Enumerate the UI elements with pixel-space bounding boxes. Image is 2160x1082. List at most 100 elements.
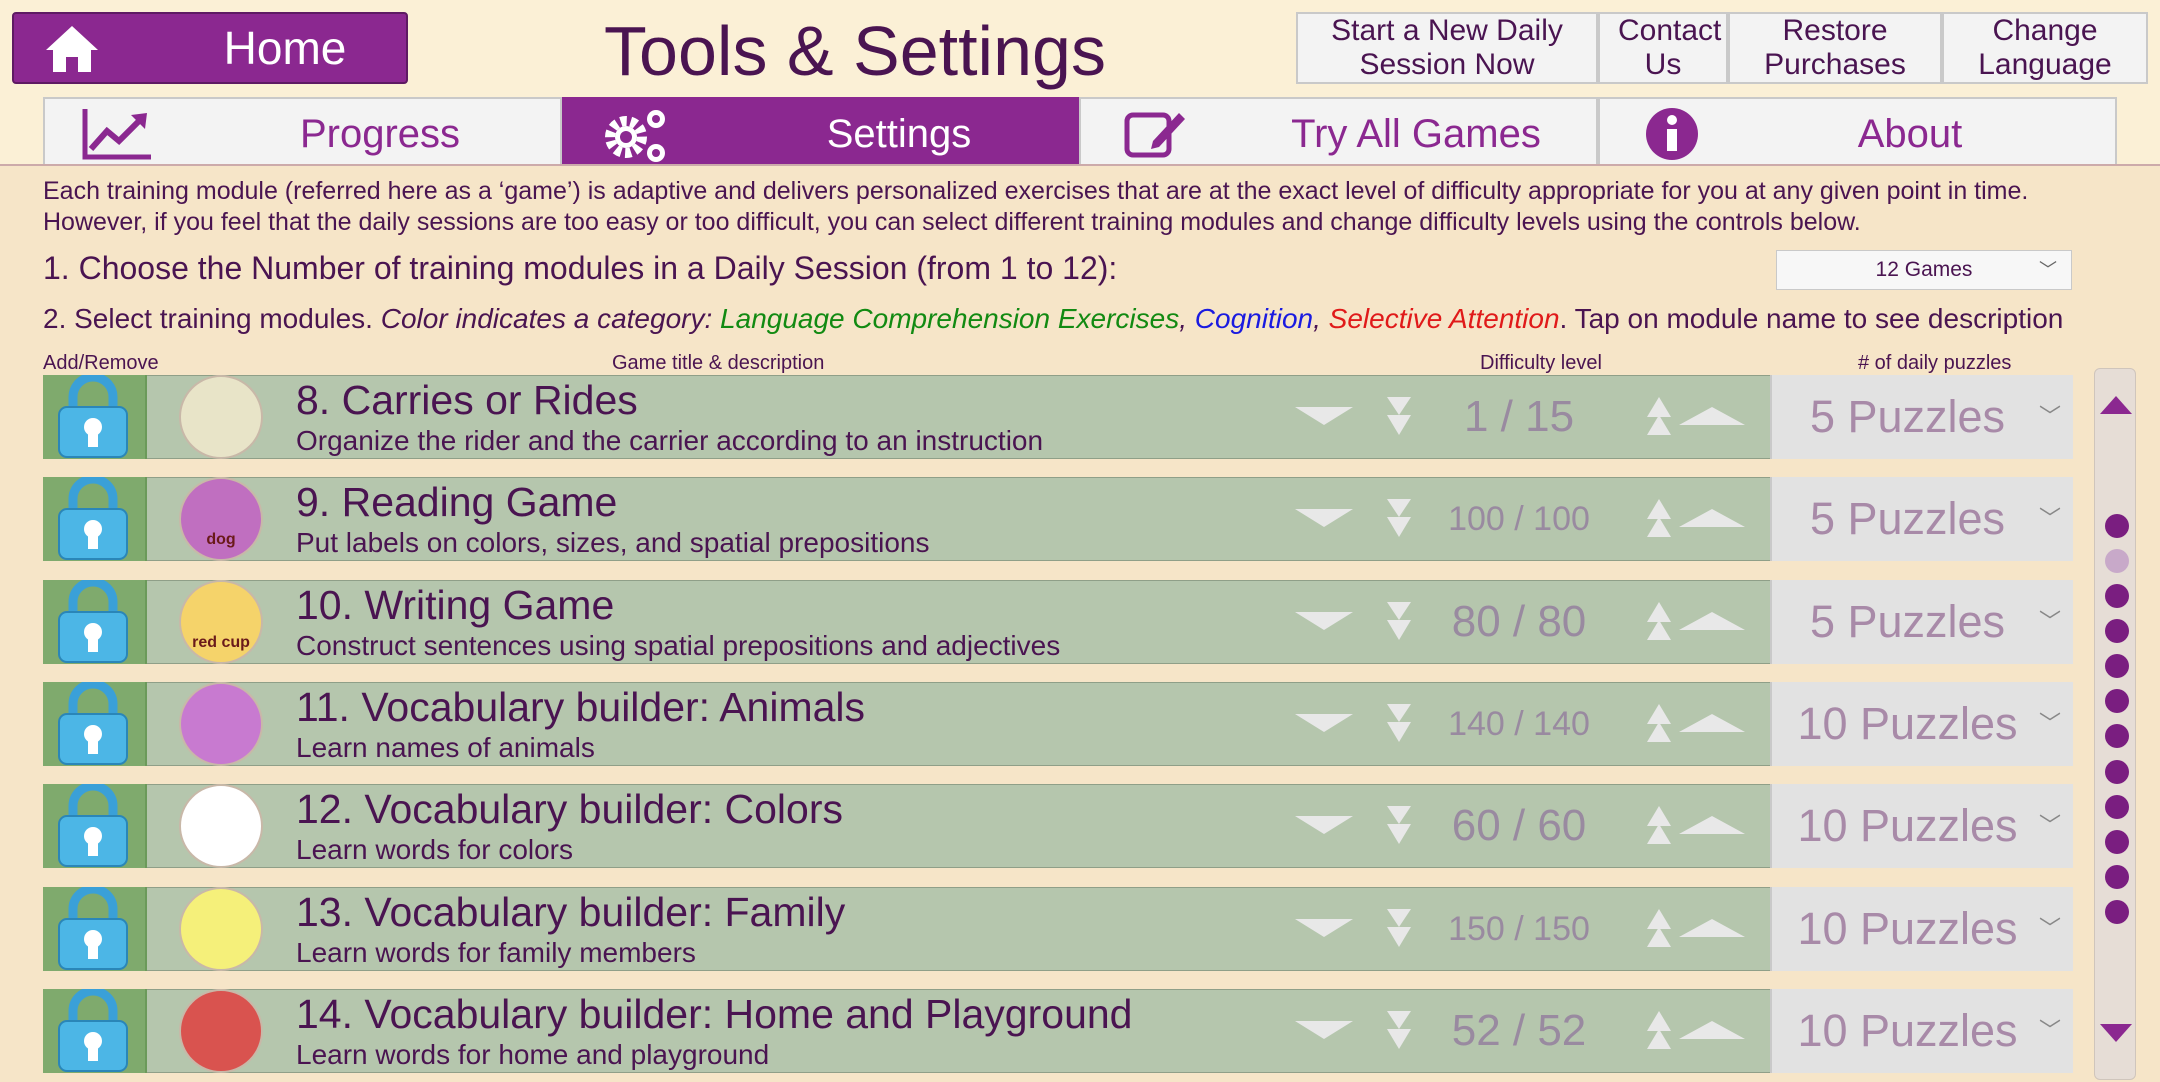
scroll-down-icon[interactable] [2100, 1024, 2132, 1042]
step1-label: 1. Choose the Number of training modules… [43, 250, 1118, 286]
difficulty-increase-small-icon[interactable] [1639, 887, 1679, 971]
module-title[interactable]: 12. Vocabulary builder: Colors [296, 786, 843, 833]
module-title[interactable]: 10. Writing Game [296, 582, 614, 629]
daily-puzzles-select[interactable]: 5 Puzzles ﹀ [1770, 375, 2073, 459]
col-difficulty: Difficulty level [1480, 352, 1602, 374]
tab-about[interactable]: About [1598, 97, 2117, 165]
lock-toggle-button[interactable] [43, 887, 147, 971]
daily-puzzles-select[interactable]: 5 Puzzles ﹀ [1770, 580, 2073, 664]
lock-toggle-button[interactable] [43, 477, 147, 561]
difficulty-increase-small-icon[interactable] [1639, 989, 1679, 1073]
edit-icon [1124, 112, 1185, 158]
difficulty-level: 60 / 60 [1451, 801, 1587, 850]
difficulty-increase-small-icon[interactable] [1639, 477, 1679, 561]
home-button[interactable]: Home [12, 12, 408, 84]
module-description: Learn words for family members [296, 937, 696, 968]
module-description: Learn names of animals [296, 732, 595, 763]
scroll-position-dot[interactable] [2105, 865, 2129, 889]
difficulty-increase-large-icon[interactable] [1675, 784, 1749, 868]
module-row: 12. Vocabulary builder: Colors Learn wor… [43, 784, 2073, 868]
tab-settings-label: Settings [826, 112, 972, 156]
module-title[interactable]: 11. Vocabulary builder: Animals [296, 684, 865, 731]
difficulty-decrease-small-icon[interactable] [1379, 682, 1419, 766]
daily-puzzles-select[interactable]: 5 Puzzles ﹀ [1770, 477, 2073, 561]
difficulty-decrease-small-icon[interactable] [1379, 784, 1419, 868]
scroll-position-dot[interactable] [2105, 514, 2129, 538]
col-puzzles: # of daily puzzles [1858, 352, 2012, 374]
daily-puzzles-select[interactable]: 10 Puzzles ﹀ [1770, 989, 2073, 1073]
difficulty-level: 150 / 150 [1448, 910, 1590, 948]
difficulty-increase-small-icon[interactable] [1639, 784, 1679, 868]
difficulty-increase-small-icon[interactable] [1639, 682, 1679, 766]
intro-text: Each training module (referred here as a… [43, 177, 2029, 236]
chevron-down-icon: ﹀ [2038, 1018, 2061, 1043]
module-title[interactable]: 9. Reading Game [296, 479, 617, 526]
scroll-position-dot[interactable] [2105, 584, 2129, 608]
difficulty-increase-large-icon[interactable] [1675, 580, 1749, 664]
chevron-down-icon: ﹀ [2038, 711, 2061, 736]
scroll-position-dot[interactable] [2105, 830, 2129, 854]
change-language-button[interactable]: Change Language [1942, 12, 2148, 84]
module-description: Construct sentences using spatial prepos… [296, 630, 1061, 661]
lock-toggle-button[interactable] [43, 682, 147, 766]
tab-progress[interactable]: Progress [43, 97, 562, 165]
difficulty-decrease-large-icon[interactable] [1289, 375, 1359, 459]
difficulty-increase-large-icon[interactable] [1675, 682, 1749, 766]
scroll-position-dot[interactable] [2105, 654, 2129, 678]
daily-puzzles-select[interactable]: 10 Puzzles ﹀ [1770, 682, 2073, 766]
difficulty-decrease-large-icon[interactable] [1289, 887, 1359, 971]
tab-try-all-games-label: Try All Games [1291, 112, 1541, 156]
start-session-button[interactable]: Start a New Daily Session Now [1296, 12, 1598, 84]
lock-icon [58, 887, 128, 970]
difficulty-decrease-large-icon[interactable] [1289, 682, 1359, 766]
scroll-up-icon[interactable] [2100, 396, 2132, 414]
step2-label: 2. Select training modules. Color indica… [43, 303, 2064, 334]
dog-icon: dog [179, 477, 263, 561]
lock-toggle-button[interactable] [43, 375, 147, 459]
difficulty-decrease-small-icon[interactable] [1379, 989, 1419, 1073]
difficulty-increase-large-icon[interactable] [1675, 887, 1749, 971]
difficulty-decrease-large-icon[interactable] [1289, 784, 1359, 868]
scroll-position-dot[interactable] [2105, 760, 2129, 784]
lock-toggle-button[interactable] [43, 989, 147, 1073]
gears-icon [605, 110, 665, 162]
difficulty-increase-large-icon[interactable] [1675, 989, 1749, 1073]
module-title[interactable]: 8. Carries or Rides [296, 377, 638, 424]
restore-purchases-button[interactable]: Restore Purchases [1728, 12, 1942, 84]
contact-us-button[interactable]: Contact Us [1598, 12, 1728, 84]
module-row: red cup 10. Writing Game Construct sente… [43, 580, 2073, 664]
chevron-down-icon: ﹀ [2038, 404, 2061, 429]
difficulty-level: 100 / 100 [1448, 500, 1590, 538]
difficulty-increase-large-icon[interactable] [1675, 375, 1749, 459]
module-title[interactable]: 13. Vocabulary builder: Family [296, 889, 845, 936]
difficulty-decrease-large-icon[interactable] [1289, 477, 1359, 561]
module-title[interactable]: 14. Vocabulary builder: Home and Playgro… [296, 991, 1132, 1038]
tab-try-all-games[interactable]: Try All Games [1079, 97, 1598, 165]
difficulty-decrease-small-icon[interactable] [1379, 887, 1419, 971]
daily-puzzles-select[interactable]: 10 Puzzles ﹀ [1770, 784, 2073, 868]
tab-settings[interactable]: Settings [562, 97, 1079, 165]
difficulty-increase-large-icon[interactable] [1675, 477, 1749, 561]
scroll-position-dot[interactable] [2105, 795, 2129, 819]
scroll-position-dot[interactable] [2105, 689, 2129, 713]
difficulty-increase-small-icon[interactable] [1639, 375, 1679, 459]
col-title-desc: Game title & description [612, 352, 825, 374]
scroll-position-dot[interactable] [2105, 900, 2129, 924]
difficulty-decrease-small-icon[interactable] [1379, 477, 1419, 561]
difficulty-decrease-small-icon[interactable] [1379, 375, 1419, 459]
difficulty-decrease-large-icon[interactable] [1289, 989, 1359, 1073]
scroll-position-dot[interactable] [2105, 724, 2129, 748]
games-count-select[interactable]: 12 Games ﹀ [1776, 250, 2072, 290]
difficulty-level: 52 / 52 [1451, 1006, 1587, 1055]
lock-icon [58, 682, 128, 765]
lock-icon [58, 477, 128, 560]
lock-toggle-button[interactable] [43, 580, 147, 664]
difficulty-increase-small-icon[interactable] [1639, 580, 1679, 664]
difficulty-decrease-small-icon[interactable] [1379, 580, 1419, 664]
lock-icon [58, 784, 128, 867]
daily-puzzles-select[interactable]: 10 Puzzles ﹀ [1770, 887, 2073, 971]
lock-toggle-button[interactable] [43, 784, 147, 868]
scroll-position-dot[interactable] [2105, 549, 2129, 573]
difficulty-decrease-large-icon[interactable] [1289, 580, 1359, 664]
scroll-position-dot[interactable] [2105, 619, 2129, 643]
